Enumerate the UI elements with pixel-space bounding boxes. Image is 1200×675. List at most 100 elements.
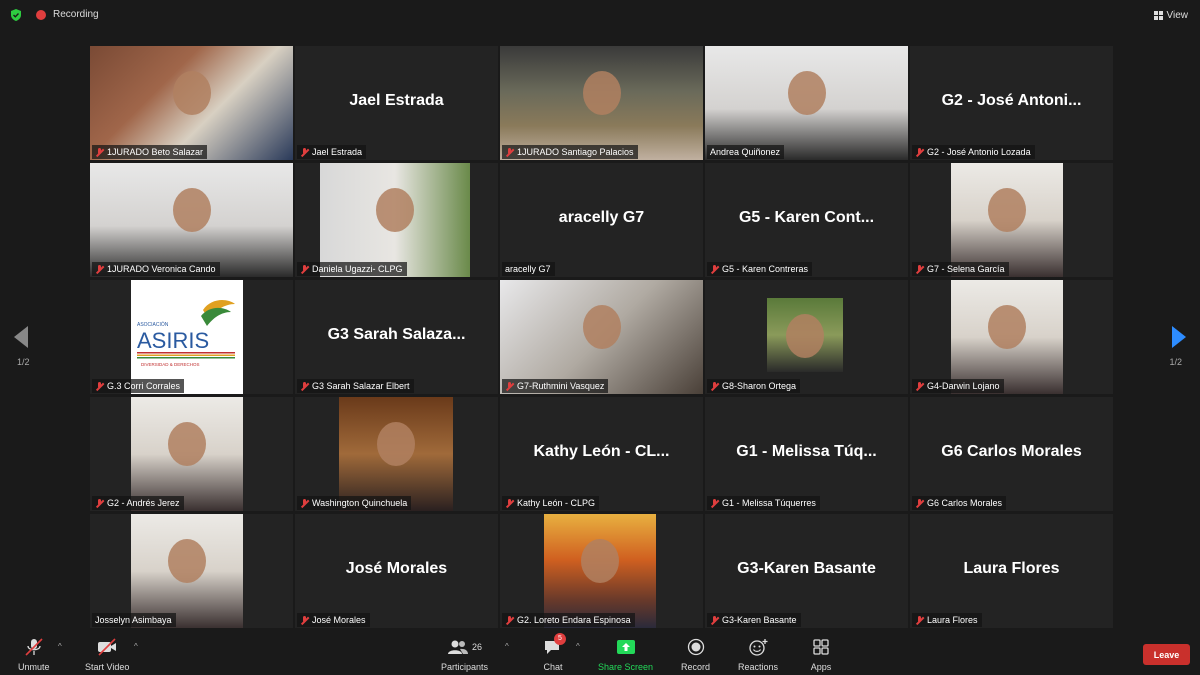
participant-display-name: José Morales	[345, 560, 448, 577]
participant-name: G3 Sarah Salazar Elbert	[312, 381, 410, 391]
muted-microphone-icon	[25, 638, 43, 656]
participant-display-name: G1 - Melissa Túq...	[736, 443, 877, 460]
participant-face	[988, 305, 1026, 350]
participant-tile[interactable]: G2. Loreto Endara Espinosa	[500, 514, 703, 628]
participant-face	[786, 314, 824, 359]
participant-tile[interactable]: G7-Ruthmini Vasquez	[500, 280, 703, 394]
participant-tile[interactable]: G7 - Selena García	[910, 163, 1113, 277]
security-shield-icon[interactable]	[9, 8, 23, 22]
participant-tile[interactable]: G8-Sharon Ortega	[705, 280, 908, 394]
participant-name-label: José Morales	[297, 613, 370, 627]
participant-name-label: Jael Estrada	[297, 145, 367, 159]
participant-tile[interactable]: Josselyn Asimbaya	[90, 514, 293, 628]
participant-name-label: G6 Carlos Morales	[912, 496, 1007, 510]
participant-tile[interactable]: José Morales José Morales	[295, 514, 498, 628]
participant-tile[interactable]: G1 - Melissa Túq... G1 - Melissa Túquerre…	[705, 397, 908, 511]
participant-tile[interactable]: Kathy León - CL... Kathy León - CLPG	[500, 397, 703, 511]
participant-name: Kathy León - CLPG	[517, 498, 596, 508]
participant-video	[544, 514, 656, 628]
participant-display-name: Jael Estrada	[349, 92, 444, 109]
leave-button[interactable]: Leave	[1143, 644, 1190, 665]
participant-video	[131, 397, 243, 511]
participant-face	[172, 71, 211, 116]
audio-options-caret-icon[interactable]: ^	[58, 642, 62, 651]
participant-tile[interactable]: Washington Quinchuela	[295, 397, 498, 511]
participant-tile[interactable]: Daniela Ugazzi- CLPG	[295, 163, 498, 277]
participant-name-label: G2 - Andrés Jerez	[92, 496, 184, 510]
reactions-button[interactable]: Reactions	[738, 638, 778, 672]
participant-name: G2 - Andrés Jerez	[107, 498, 180, 508]
muted-microphone-icon	[505, 381, 514, 391]
video-gallery: 1JURADO Beto Salazar Jael Estrada Jael Est…	[90, 46, 1113, 628]
participant-name-label: G2 - José Antonio Lozada	[912, 145, 1035, 159]
participant-tile[interactable]: Jael Estrada Jael Estrada	[295, 46, 498, 160]
participant-name: G3-Karen Basante	[722, 615, 797, 625]
participant-name-label: aracelly G7	[502, 262, 555, 276]
participant-name-label: 1JURADO Beto Salazar	[92, 145, 208, 159]
participant-tile[interactable]: G3 Sarah Salaza... G3 Sarah Salazar Elber…	[295, 280, 498, 394]
muted-microphone-icon	[505, 147, 514, 157]
video-off-icon	[98, 638, 117, 656]
participant-tile[interactable]: G5 - Karen Cont... G5 - Karen Contreras	[705, 163, 908, 277]
top-bar: Recording View	[0, 0, 1200, 30]
participant-face	[787, 71, 826, 116]
start-video-button[interactable]: Start Video	[85, 638, 129, 672]
participant-name: Josselyn Asimbaya	[95, 615, 172, 625]
participant-name: aracelly G7	[505, 264, 551, 274]
participant-face	[172, 188, 211, 233]
participant-face	[582, 305, 621, 350]
participant-tile[interactable]: ASOCIACIÓN ASIRIS DIVERSIDAD & DERECHOS G.3…	[90, 280, 293, 394]
share-screen-label: Share Screen	[598, 662, 654, 672]
svg-text:ASIRIS: ASIRIS	[137, 328, 209, 353]
participant-tile[interactable]: G6 Carlos Morales G6 Carlos Morales	[910, 397, 1113, 511]
unmute-label: Unmute	[18, 662, 50, 672]
recording-indicator-icon	[36, 10, 46, 20]
participants-button[interactable]: 26 Participants	[441, 638, 488, 672]
chat-options-caret-icon[interactable]: ^	[576, 642, 580, 651]
record-button[interactable]: Record	[681, 638, 710, 672]
participant-display-name: Kathy León - CL...	[533, 443, 670, 460]
participant-tile[interactable]: G2 - José Antoni... G2 - José Antonio Loz…	[910, 46, 1113, 160]
video-options-caret-icon[interactable]: ^	[134, 642, 138, 651]
participant-display-name: G5 - Karen Cont...	[738, 209, 875, 226]
chat-unread-badge: 5	[554, 633, 566, 645]
participants-options-caret-icon[interactable]: ^	[505, 642, 509, 651]
participant-name-label: G8-Sharon Ortega	[707, 379, 801, 393]
record-icon	[687, 638, 704, 656]
svg-text:DIVERSIDAD & DERECHOS: DIVERSIDAD & DERECHOS	[141, 362, 200, 367]
share-screen-button[interactable]: Share Screen	[598, 638, 653, 672]
participant-name-label: G4-Darwin Lojano	[912, 379, 1004, 393]
participants-count: 26	[472, 642, 483, 652]
page-indicator-right: 1/2	[1169, 357, 1182, 367]
participant-name: G6 Carlos Morales	[927, 498, 1003, 508]
apps-button[interactable]: Apps	[810, 638, 832, 672]
participant-name-label: Kathy León - CLPG	[502, 496, 600, 510]
muted-microphone-icon	[95, 498, 104, 508]
participant-face	[168, 539, 206, 584]
participant-face	[168, 422, 206, 467]
participant-tile[interactable]: aracelly G7 aracelly G7	[500, 163, 703, 277]
participant-name-label: Josselyn Asimbaya	[92, 613, 176, 627]
participant-display-name: Laura Flores	[963, 560, 1060, 577]
participant-name: G8-Sharon Ortega	[722, 381, 797, 391]
participant-tile[interactable]: 1JURADO Veronica Cando	[90, 163, 293, 277]
view-button[interactable]: View	[1153, 6, 1189, 24]
participant-name: G2. Loreto Endara Espinosa	[517, 615, 631, 625]
participant-tile[interactable]: Laura Flores Laura Flores	[910, 514, 1113, 628]
view-label: View	[1166, 9, 1189, 21]
participant-name: G7 - Selena García	[927, 264, 1005, 274]
participant-video	[951, 280, 1063, 394]
participant-tile[interactable]: G3-Karen Basante G3-Karen Basante	[705, 514, 908, 628]
participant-tile[interactable]: G4-Darwin Lojano	[910, 280, 1113, 394]
participant-tile[interactable]: 1JURADO Beto Salazar	[90, 46, 293, 160]
participant-name: G1 - Melissa Túquerres	[722, 498, 816, 508]
unmute-button[interactable]: Unmute	[18, 638, 50, 672]
chat-button[interactable]: 5 Chat	[542, 633, 566, 672]
participant-tile[interactable]: 1JURADO Santiago Palacios	[500, 46, 703, 160]
muted-microphone-icon	[710, 264, 719, 274]
participant-tile[interactable]: Andrea Quiñonez	[705, 46, 908, 160]
participant-tile[interactable]: G2 - Andrés Jerez	[90, 397, 293, 511]
muted-microphone-icon	[505, 615, 514, 625]
previous-page-arrow-icon[interactable]	[14, 326, 28, 348]
next-page-arrow-icon[interactable]	[1172, 326, 1186, 348]
